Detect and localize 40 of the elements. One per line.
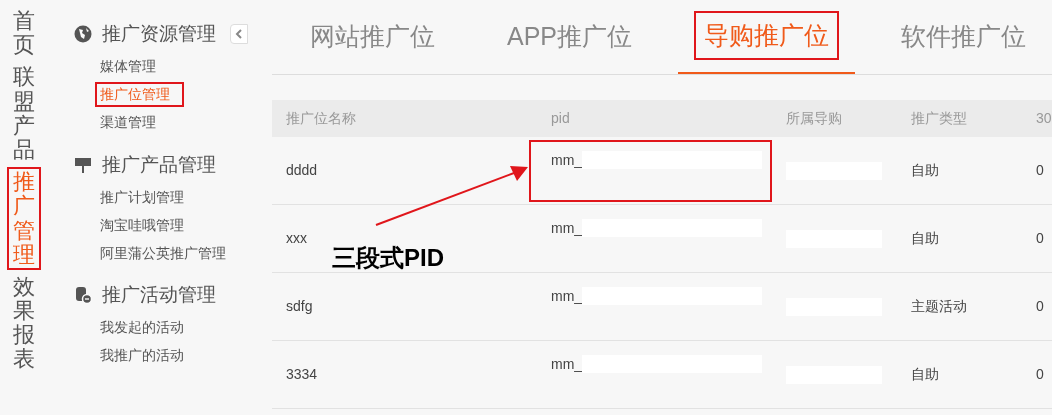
sidebar-item[interactable]: 阿里蒲公英推广管理 (95, 240, 231, 266)
pid-text: mm_ (551, 218, 583, 238)
sidebar-item[interactable]: 淘宝哇哦管理 (95, 212, 189, 238)
nav-item[interactable]: 联盟产品 (7, 62, 41, 166)
table-cell-text: sdfg (285, 297, 314, 316)
table-cell-text: 自助 (910, 161, 940, 180)
sidebar-item[interactable]: 渠道管理 (95, 110, 161, 135)
column-header: 30 (1035, 109, 1052, 128)
table-cell-text: xxx (285, 229, 308, 248)
sidebar-item[interactable]: 媒体管理 (95, 54, 161, 79)
sidebar-item[interactable]: 我推广的活动 (95, 343, 189, 368)
nav-item[interactable]: 首页 (7, 6, 41, 61)
nav-item[interactable]: 效果报表 (7, 271, 41, 375)
table-cell-text: 0 (1035, 161, 1045, 180)
table-cell-text: 自助 (910, 365, 940, 384)
table-cell-text: 0 (1035, 365, 1045, 384)
column-header: 所属导购 (785, 109, 843, 128)
sidebar-item[interactable]: 我发起的活动 (95, 315, 189, 340)
section-title: 推广资源管理 (102, 22, 216, 46)
column-header: pid (550, 109, 571, 128)
chevron-left-icon (235, 29, 243, 39)
annotation-label: 三段式PID (332, 243, 444, 273)
column-header: 推广位名称 (285, 109, 357, 128)
signboard-icon (74, 155, 92, 174)
table-cell-text: 0 (1035, 297, 1045, 316)
table-cell-text: 0 (1035, 229, 1045, 248)
badge-icon (74, 286, 92, 305)
sidebar-item[interactable]: 推广计划管理 (95, 184, 189, 210)
table-cell-text: 3334 (285, 365, 319, 384)
table-cell-text: 自助 (910, 229, 940, 248)
section-title: 推广活动管理 (102, 283, 216, 307)
pid-text: mm_ (551, 286, 583, 306)
table-cell-text: 主题活动 (910, 297, 968, 316)
section-title: 推广产品管理 (102, 152, 216, 177)
globe-icon (74, 25, 92, 44)
column-header: 推广类型 (910, 109, 968, 128)
pid-text: mm_ (551, 150, 583, 170)
collapse-button[interactable] (230, 24, 248, 44)
table-cell-text: dddd (285, 161, 319, 180)
pid-text: mm_ (551, 354, 583, 374)
